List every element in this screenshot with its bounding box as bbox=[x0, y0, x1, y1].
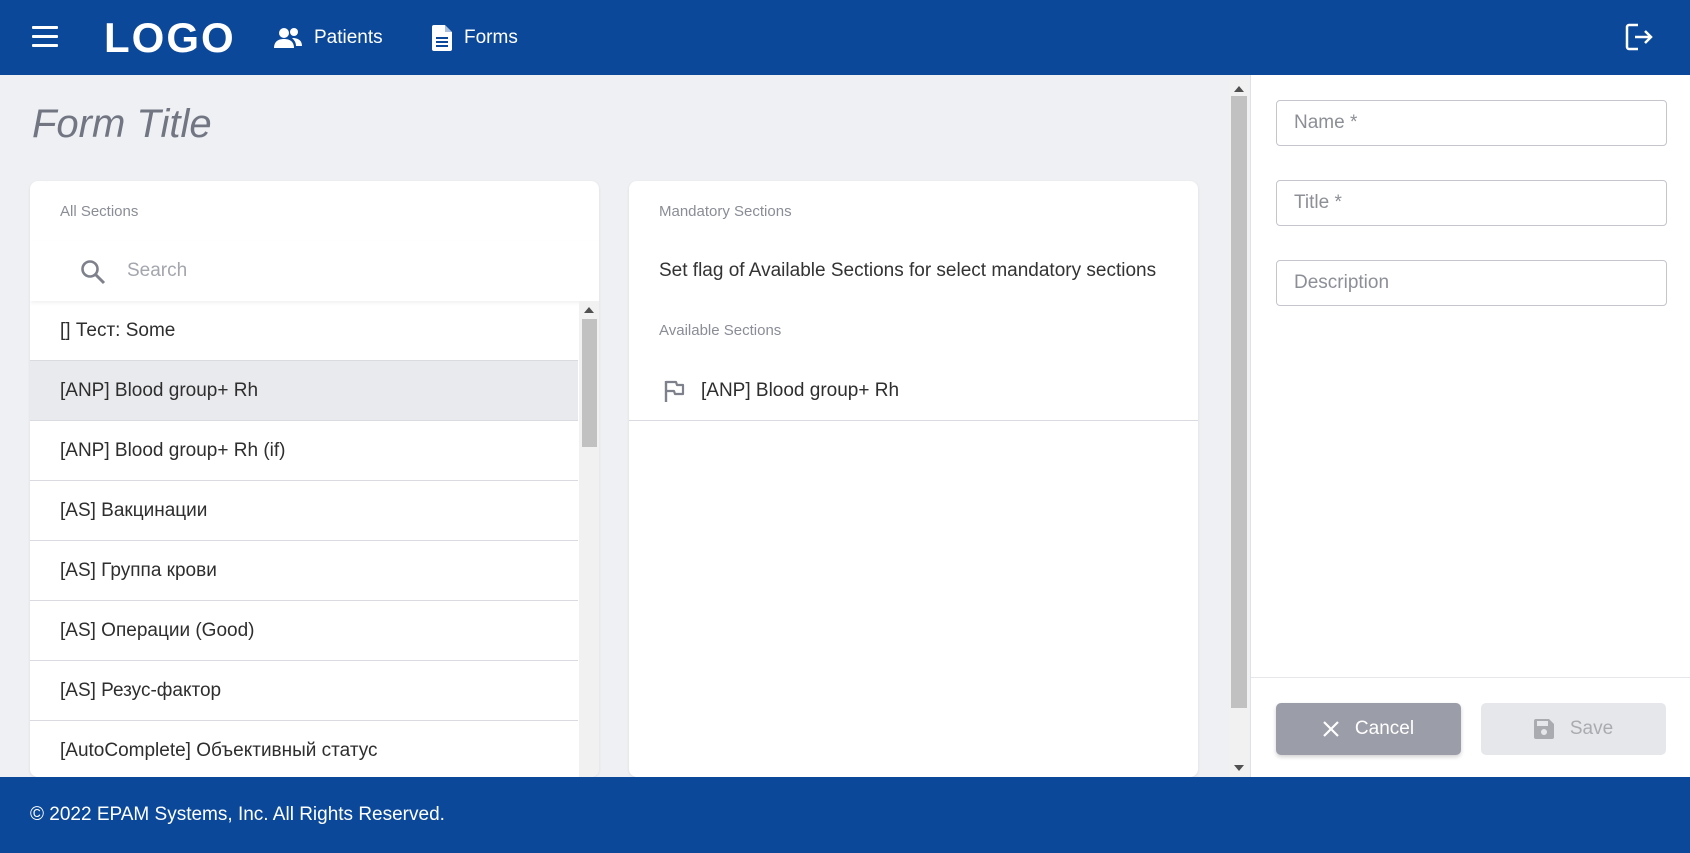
list-item[interactable]: [AS] Вакцинации bbox=[30, 481, 578, 541]
users-icon bbox=[274, 28, 302, 48]
save-label: Save bbox=[1569, 718, 1614, 739]
search-box bbox=[30, 241, 599, 301]
mandatory-hint: Set flag of Available Sections for selec… bbox=[659, 260, 1157, 281]
list-item[interactable]: [] Тест: Some bbox=[30, 301, 578, 361]
name-field bbox=[1276, 100, 1667, 146]
menu-icon[interactable] bbox=[32, 26, 58, 48]
description-field bbox=[1276, 260, 1667, 306]
form-properties-panel: Cancel Save bbox=[1250, 75, 1690, 777]
mandatory-sections-caption: Mandatory Sections bbox=[659, 203, 792, 220]
list-item[interactable]: [AutoComplete] Объективный статус bbox=[30, 721, 578, 777]
description-input[interactable] bbox=[1277, 261, 1666, 305]
cancel-button[interactable]: Cancel bbox=[1276, 703, 1461, 755]
copyright-text: © 2022 EPAM Systems, Inc. All Rights Res… bbox=[30, 804, 445, 825]
all-sections-list: [] Тест: Some [ANP] Blood group+ Rh [ANP… bbox=[30, 301, 578, 777]
scroll-down-icon[interactable] bbox=[1234, 765, 1244, 771]
title-input[interactable] bbox=[1277, 181, 1666, 225]
panel-footer: Cancel Save bbox=[1251, 677, 1690, 777]
logo[interactable]: LOGO bbox=[104, 14, 236, 62]
list-scrollbar[interactable] bbox=[579, 301, 599, 777]
nav-patients-label: Patients bbox=[314, 27, 383, 48]
available-section-item[interactable]: [ANP] Blood group+ Rh bbox=[629, 361, 1198, 421]
available-sections-caption: Available Sections bbox=[659, 322, 782, 339]
list-item[interactable]: [ANP] Blood group+ Rh bbox=[30, 361, 578, 421]
all-sections-card: All Sections [] Тест: Some [ANP] Blood g… bbox=[30, 181, 599, 777]
save-icon bbox=[1533, 719, 1554, 739]
nav-patients[interactable]: Patients bbox=[274, 22, 383, 54]
page-title: Form Title bbox=[32, 102, 212, 146]
list-item[interactable]: [AS] Группа крови bbox=[30, 541, 578, 601]
app-header: LOGO Patients Forms bbox=[0, 0, 1690, 75]
list-item[interactable]: [AS] Резус-фактор bbox=[30, 661, 578, 721]
nav-forms[interactable]: Forms bbox=[432, 22, 518, 54]
mandatory-sections-card: Mandatory Sections Set flag of Available… bbox=[629, 181, 1198, 777]
list-scroll-thumb[interactable] bbox=[582, 319, 597, 447]
flag-icon[interactable] bbox=[663, 379, 685, 403]
available-section-label: [ANP] Blood group+ Rh bbox=[701, 379, 900, 401]
title-field bbox=[1276, 180, 1667, 226]
main-scrollbar[interactable] bbox=[1229, 80, 1249, 777]
search-icon bbox=[81, 260, 106, 285]
scroll-up-icon[interactable] bbox=[584, 307, 594, 313]
main-scroll-thumb[interactable] bbox=[1231, 96, 1247, 708]
close-icon bbox=[1323, 721, 1339, 737]
all-sections-caption: All Sections bbox=[60, 203, 139, 220]
save-button[interactable]: Save bbox=[1481, 703, 1666, 755]
cancel-label: Cancel bbox=[1354, 718, 1415, 739]
app-footer: © 2022 EPAM Systems, Inc. All Rights Res… bbox=[0, 777, 1690, 853]
name-input[interactable] bbox=[1277, 101, 1666, 145]
scroll-up-icon[interactable] bbox=[1234, 86, 1244, 92]
logout-icon[interactable] bbox=[1624, 22, 1654, 52]
list-item[interactable]: [ANP] Blood group+ Rh (if) bbox=[30, 421, 578, 481]
search-input[interactable] bbox=[127, 255, 567, 287]
document-icon bbox=[432, 25, 452, 51]
nav-forms-label: Forms bbox=[464, 27, 518, 48]
list-item[interactable]: [AS] Операции (Good) bbox=[30, 601, 578, 661]
